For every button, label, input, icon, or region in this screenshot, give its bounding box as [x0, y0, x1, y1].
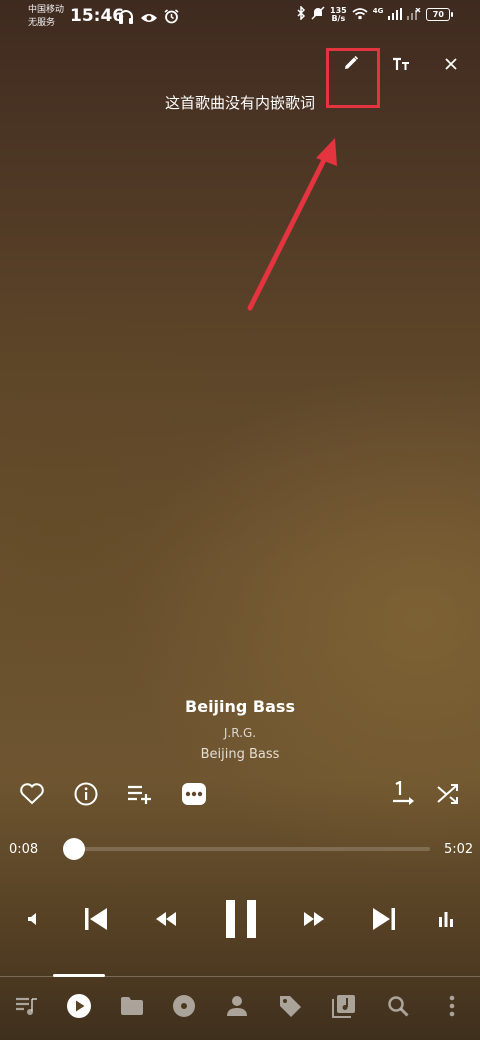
info-button[interactable]: [68, 778, 104, 814]
pause-icon: [224, 899, 258, 943]
bluetooth-icon: [296, 5, 306, 24]
skip-next-icon: [371, 907, 397, 935]
annotation-arrow: [247, 138, 337, 311]
pause-button[interactable]: [216, 895, 266, 947]
song-title: Beijing Bass: [185, 697, 295, 716]
volume-button[interactable]: [16, 903, 52, 939]
song-artist[interactable]: J.R.G.: [0, 726, 480, 740]
fast-forward-icon: [302, 911, 326, 931]
shuffle-button[interactable]: [430, 778, 466, 814]
seek-bar[interactable]: [64, 847, 430, 851]
folder-icon: [120, 996, 144, 1020]
queue-music-icon: [15, 996, 39, 1020]
battery-indicator: 70: [426, 8, 454, 21]
nav-active-indicator: [53, 974, 105, 977]
close-icon: [444, 56, 458, 75]
battery-level: 70: [432, 10, 444, 19]
carrier-name: 中国移动: [28, 5, 65, 15]
volume-icon: [26, 911, 42, 931]
lyrics-message: 这首歌曲没有内嵌歌词: [0, 92, 480, 113]
song-album[interactable]: Beijing Bass: [0, 747, 480, 762]
nav-now-playing[interactable]: [61, 990, 97, 1026]
search-icon: [387, 995, 409, 1021]
more-options-button[interactable]: [176, 778, 212, 814]
nav-albums[interactable]: [166, 990, 202, 1026]
signal-icon: [388, 5, 403, 24]
more-dots-icon: [181, 782, 207, 810]
speed-unit: B/s: [331, 13, 346, 23]
repeat-one-button[interactable]: [386, 778, 422, 814]
annotation-highlight-box: [326, 48, 380, 108]
nav-artists[interactable]: [219, 990, 255, 1026]
previous-button[interactable]: [78, 903, 114, 939]
elapsed-time: 0:08: [9, 842, 39, 857]
more-vert-icon: [448, 995, 456, 1021]
equalizer-icon: [438, 911, 454, 931]
rewind-button[interactable]: [148, 903, 184, 939]
shuffle-icon: [436, 783, 460, 809]
eye-icon: [140, 9, 158, 28]
skip-previous-icon: [83, 907, 109, 935]
playlist-add-icon: [126, 783, 154, 809]
close-button[interactable]: [431, 45, 471, 85]
nav-tags[interactable]: [272, 990, 308, 1026]
info-icon: [73, 781, 99, 811]
wifi-icon: [352, 5, 368, 24]
repeat-one-icon: [391, 780, 417, 811]
tag-icon: [278, 994, 302, 1022]
person-icon: [226, 995, 248, 1021]
text-size-button[interactable]: [381, 45, 421, 85]
next-button[interactable]: [366, 903, 402, 939]
nav-playlists[interactable]: [326, 990, 362, 1026]
status-right-icons: 135 B/s 4G 70: [296, 5, 454, 24]
seek-bar-thumb[interactable]: [62, 838, 85, 860]
alarm-icon: [164, 9, 179, 28]
rewind-icon: [154, 911, 178, 931]
fast-forward-button[interactable]: [296, 903, 332, 939]
status-bar: 中国移动 无服务 15:46 135 B/s 4G 70: [0, 0, 480, 36]
signal-icon: [407, 5, 421, 24]
network-type: 4G: [372, 6, 384, 15]
text-size-icon: [392, 56, 410, 75]
library-music-icon: [332, 994, 356, 1022]
headphones-icon: [118, 9, 134, 28]
no-lyrics-text: 这首歌曲没有内嵌歌词: [164, 94, 315, 112]
status-time: 15:46: [70, 6, 125, 26]
album-disc-icon: [172, 994, 196, 1022]
favorite-button[interactable]: [14, 778, 50, 814]
nav-more[interactable]: [434, 990, 470, 1026]
carrier-status: 无服务: [28, 18, 56, 28]
equalizer-button[interactable]: [428, 903, 464, 939]
carrier-info: 中国移动 无服务: [28, 4, 64, 30]
nav-folders[interactable]: [114, 990, 150, 1026]
network-speed: 135 B/s: [330, 6, 347, 23]
nav-queue[interactable]: [9, 990, 45, 1026]
play-circle-icon: [66, 993, 92, 1023]
total-duration: 5:02: [444, 842, 474, 857]
status-left-icons: [118, 9, 179, 28]
mute-icon: [311, 5, 325, 24]
nav-search[interactable]: [380, 990, 416, 1026]
heart-icon: [19, 782, 45, 810]
add-to-playlist-button[interactable]: [122, 778, 158, 814]
